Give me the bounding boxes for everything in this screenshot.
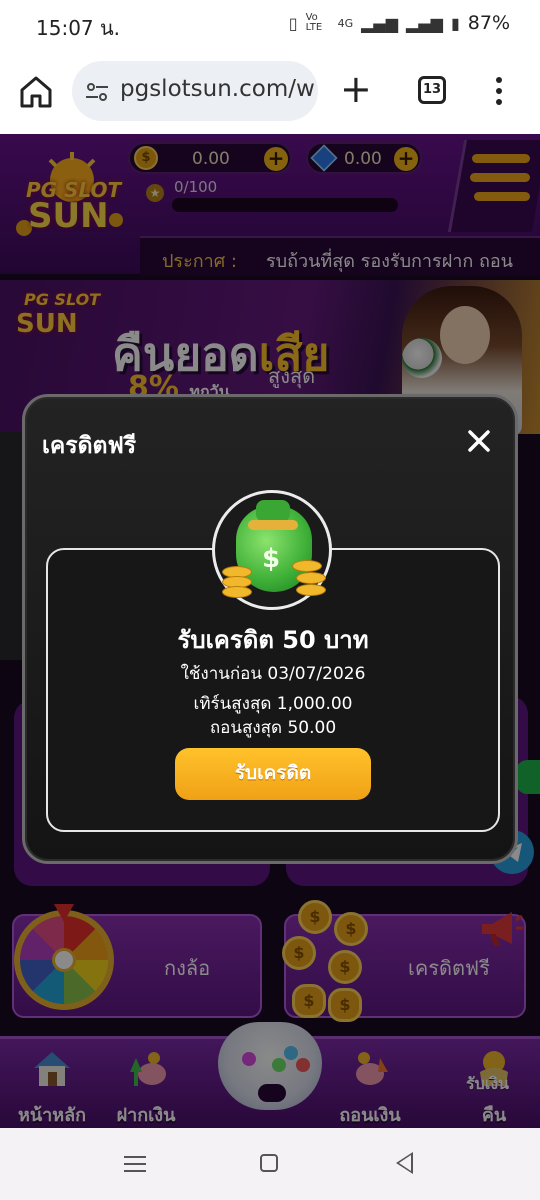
- site-settings-icon[interactable]: [84, 79, 110, 105]
- money-bag-neck: [256, 500, 290, 522]
- reward-turnover: เทิร์นสูงสุด 1,000.00: [193, 694, 353, 714]
- claim-credit-button[interactable]: รับเครดิต: [175, 748, 371, 800]
- battery-icon: ▮: [450, 13, 460, 33]
- tab-switcher-button[interactable]: 13: [418, 76, 446, 104]
- volte-icon: Vo LTE: [305, 12, 323, 33]
- reward-title: รับเครดิต 50 บาท: [177, 626, 369, 654]
- close-icon[interactable]: [462, 424, 496, 458]
- status-time: 15:07 น.: [36, 16, 121, 40]
- modal-title: เครดิตฟรี: [42, 433, 137, 459]
- status-bar: 15:07 น. ▯ Vo LTE 4G ▂▄▆ ▂▄▆ ▮ 87%: [0, 0, 540, 50]
- signal-icon: ▂▄▆: [361, 13, 399, 33]
- money-bag-tie: [248, 520, 298, 530]
- new-tab-icon[interactable]: +: [340, 70, 372, 108]
- reward-expire-date: ใช้งานก่อน 03/07/2026: [180, 664, 366, 684]
- vibrate-icon: ▯: [288, 13, 298, 33]
- home-icon[interactable]: [18, 74, 54, 110]
- status-icons: ▯ Vo LTE 4G ▂▄▆ ▂▄▆ ▮ 87%: [289, 12, 510, 34]
- dollar-sign-icon: $: [262, 544, 281, 574]
- recent-apps-icon[interactable]: [124, 1156, 146, 1172]
- reward-max-withdraw: ถอนสูงสุด 50.00: [209, 718, 337, 738]
- android-home-icon[interactable]: [260, 1154, 278, 1172]
- url-bar[interactable]: pgslotsun.com/w: [72, 61, 318, 121]
- overflow-menu-icon[interactable]: [494, 74, 504, 110]
- network-type-icon: 4G: [337, 16, 354, 30]
- url-text: pgslotsun.com/w: [120, 76, 315, 102]
- browser-toolbar: pgslotsun.com/w + 13: [0, 50, 540, 134]
- signal-icon-2: ▂▄▆: [406, 13, 443, 33]
- battery-percent: 87%: [467, 12, 510, 34]
